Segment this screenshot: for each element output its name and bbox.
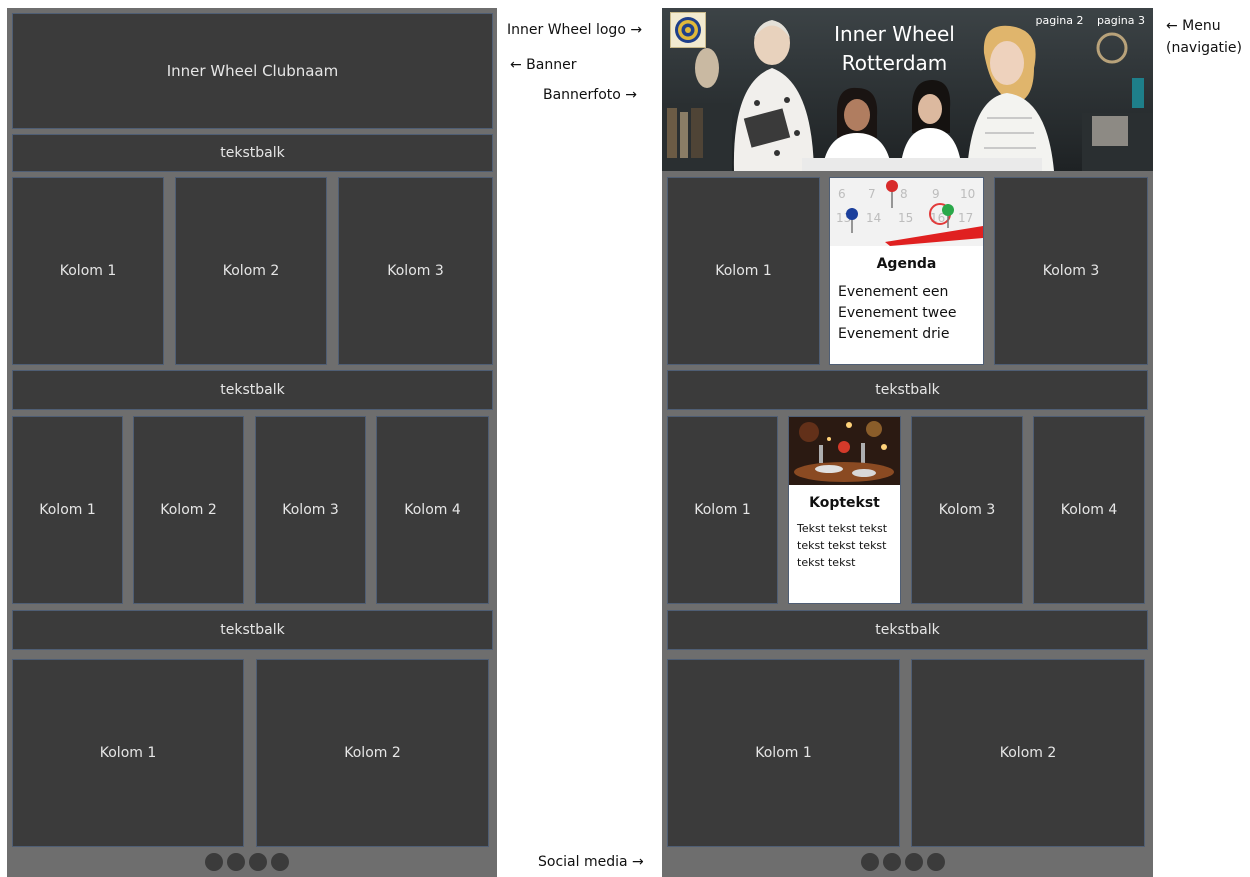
right-row2-col4: Kolom 4 — [1033, 416, 1145, 604]
left-row1-col1: Kolom 1 — [12, 177, 164, 365]
right-row1-col3: Kolom 3 — [994, 177, 1148, 365]
annotation-bannerphoto: Bannerfoto → — [543, 87, 638, 103]
right-textbar-2: tekstbalk — [667, 610, 1148, 650]
news-card[interactable]: Koptekst Tekst tekst tekst tekst tekst t… — [788, 416, 901, 604]
social-icon[interactable] — [271, 853, 289, 871]
right-mockup: Inner Wheel Rotterdam pagina 2 pagina 3 … — [662, 8, 1153, 877]
site-title: Inner Wheel Rotterdam — [834, 22, 955, 75]
news-title: Koptekst — [809, 495, 880, 511]
left-textbar-2: tekstbalk — [12, 370, 493, 410]
news-image — [789, 417, 900, 485]
agenda-item[interactable]: Evenement twee — [838, 303, 975, 324]
left-row1-col2: Kolom 2 — [175, 177, 327, 365]
annotation-banner: ← Banner — [510, 57, 577, 73]
menu-item-pagina-3[interactable]: pagina 3 — [1097, 14, 1145, 27]
left-row2-col4: Kolom 4 — [376, 416, 489, 604]
left-row2-col2: Kolom 2 — [133, 416, 244, 604]
agenda-item[interactable]: Evenement drie — [838, 324, 975, 345]
agenda-list: Evenement een Evenement twee Evenement d… — [830, 272, 983, 345]
svg-text:6: 6 — [838, 187, 846, 201]
annotation-logo: Inner Wheel logo → — [507, 22, 643, 38]
left-header: Inner Wheel Clubnaam — [12, 13, 493, 129]
banner: Inner Wheel Rotterdam pagina 2 pagina 3 — [662, 8, 1153, 171]
agenda-card[interactable]: 6 7 8 9 10 13 14 15 16 17 Agenda Evenement een E… — [829, 177, 984, 365]
svg-text:17: 17 — [958, 211, 973, 225]
right-row2-col3: Kolom 3 — [911, 416, 1023, 604]
social-icon[interactable] — [927, 853, 945, 871]
left-row3-col2: Kolom 2 — [256, 659, 489, 847]
left-row2-col1: Kolom 1 — [12, 416, 123, 604]
svg-text:14: 14 — [866, 211, 881, 225]
inner-wheel-logo[interactable] — [670, 12, 706, 48]
left-row3-col1: Kolom 1 — [12, 659, 244, 847]
svg-text:9: 9 — [932, 187, 940, 201]
left-textbar-1: tekstbalk — [12, 134, 493, 172]
left-row1-col3: Kolom 3 — [338, 177, 493, 365]
calendar-image: 6 7 8 9 10 13 14 15 16 17 — [830, 178, 983, 246]
svg-text:10: 10 — [960, 187, 975, 201]
left-social-media — [205, 853, 289, 871]
right-textbar-1: tekstbalk — [667, 370, 1148, 410]
menu-item-pagina-2[interactable]: pagina 2 — [1036, 14, 1084, 27]
right-row1-col1: Kolom 1 — [667, 177, 820, 365]
annotation-menu: ← Menu (navigatie) — [1166, 18, 1243, 56]
inner-wheel-logo-icon — [675, 17, 701, 43]
social-icon[interactable] — [905, 853, 923, 871]
svg-text:15: 15 — [898, 211, 913, 225]
social-icon[interactable] — [883, 853, 901, 871]
svg-text:8: 8 — [900, 187, 908, 201]
svg-text:7: 7 — [868, 187, 876, 201]
left-row2-col3: Kolom 3 — [255, 416, 366, 604]
right-social-media — [861, 853, 945, 871]
social-icon[interactable] — [249, 853, 267, 871]
agenda-title: Agenda — [876, 256, 937, 272]
social-icon[interactable] — [205, 853, 223, 871]
right-row2-col1: Kolom 1 — [667, 416, 778, 604]
right-row3-col1: Kolom 1 — [667, 659, 900, 847]
annotation-social-media: Social media → — [538, 854, 644, 870]
news-text: Tekst tekst tekst tekst tekst tekst teks… — [797, 522, 888, 569]
social-icon[interactable] — [227, 853, 245, 871]
left-wireframe: Inner Wheel Clubnaam tekstbalk Kolom 1 K… — [7, 8, 497, 877]
agenda-item[interactable]: Evenement een — [838, 282, 975, 303]
nav-menu: pagina 2 pagina 3 — [1026, 14, 1145, 27]
left-textbar-3: tekstbalk — [12, 610, 493, 650]
social-icon[interactable] — [861, 853, 879, 871]
right-row3-col2: Kolom 2 — [911, 659, 1145, 847]
